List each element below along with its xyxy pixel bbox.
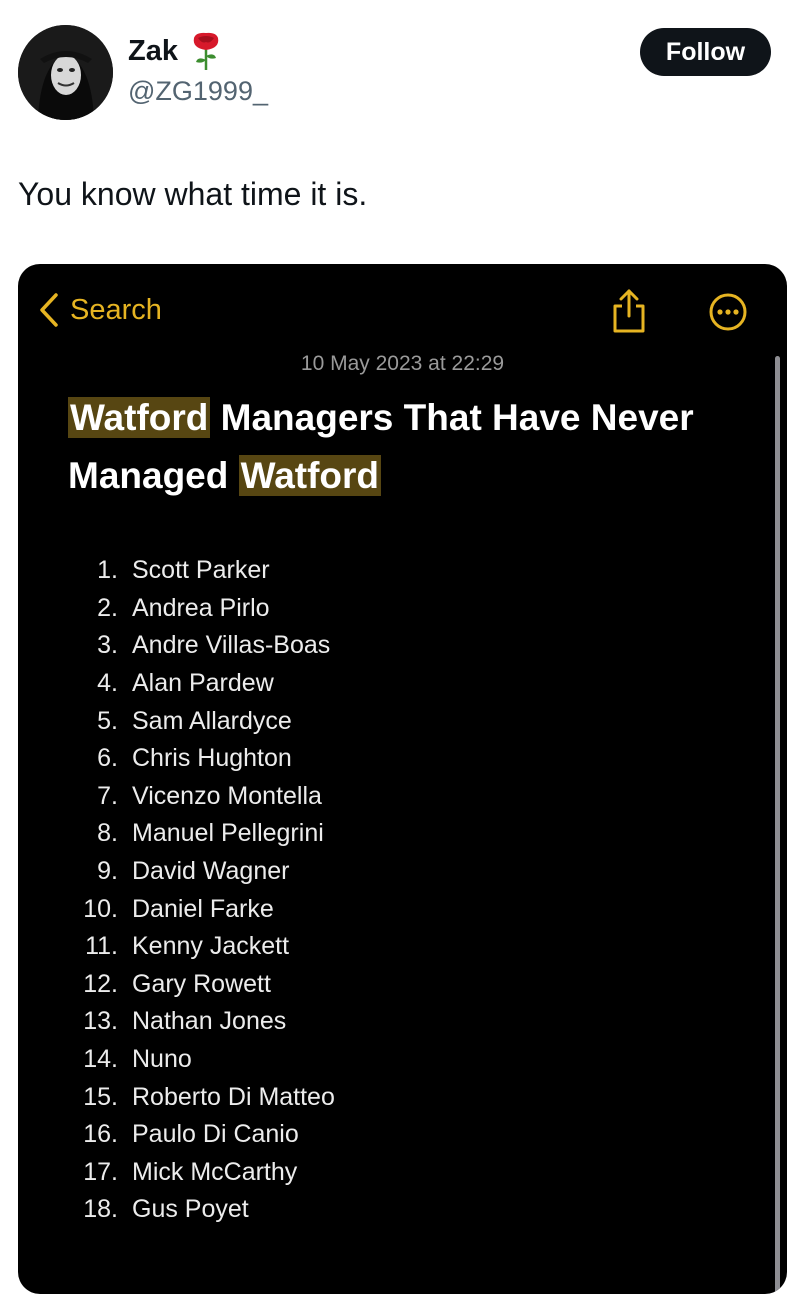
- list-item: 13. Nathan Jones: [58, 1003, 335, 1041]
- author-handle[interactable]: @ZG1999_: [128, 76, 268, 107]
- list-item: 17. Mick McCarthy: [58, 1154, 335, 1192]
- note-title: Watford Managers That Have Never Managed…: [68, 389, 708, 505]
- more-button[interactable]: [708, 292, 748, 337]
- list-item-name: Chris Hughton: [132, 744, 292, 773]
- back-button[interactable]: Search: [38, 292, 162, 328]
- list-item-number: 3.: [97, 631, 118, 660]
- share-button[interactable]: [610, 288, 648, 339]
- list-item: 7. Vicenzo Montella: [58, 778, 335, 816]
- avatar-image: [18, 25, 113, 120]
- list-item: 5. Sam Allardyce: [58, 702, 335, 740]
- title-highlight: Watford: [68, 397, 211, 438]
- list-item-name: David Wagner: [132, 857, 290, 886]
- list-item-number: 4.: [97, 669, 118, 698]
- list-item: 2. Andrea Pirlo: [58, 590, 335, 628]
- list-item: 1. Scott Parker: [58, 552, 335, 590]
- list-item-number: 10.: [83, 894, 118, 923]
- ellipsis-circle-icon: [709, 293, 747, 331]
- note-date: 10 May 2023 at 22:29: [300, 352, 505, 375]
- list-item: 16. Paulo Di Canio: [58, 1116, 335, 1154]
- list-item-number: 6.: [97, 744, 118, 773]
- list-item-name: Paulo Di Canio: [132, 1120, 299, 1149]
- list-item: 11. Kenny Jackett: [58, 928, 335, 966]
- rose-icon: [193, 32, 219, 70]
- list-item: 18. Gus Poyet: [58, 1191, 335, 1229]
- list-item-name: Roberto Di Matteo: [132, 1082, 335, 1111]
- list-item-name: Daniel Farke: [132, 894, 274, 923]
- list-item-number: 7.: [97, 781, 118, 810]
- list-item-number: 11.: [85, 932, 118, 961]
- list-item-name: Gary Rowett: [132, 969, 271, 998]
- list-item-name: Andre Villas-Boas: [132, 631, 331, 660]
- list-item-number: 13.: [83, 1007, 118, 1036]
- list-item-name: Manuel Pellegrini: [132, 819, 324, 848]
- list-item-name: Andrea Pirlo: [132, 593, 270, 622]
- list-item-number: 14.: [83, 1045, 118, 1074]
- list-item-number: 16.: [83, 1120, 118, 1149]
- list-item-number: 17.: [83, 1157, 118, 1186]
- managers-list: 1. Scott Parker 2. Andrea Pirlo 3. Andre Vill…: [58, 552, 335, 1229]
- follow-button[interactable]: Follow: [640, 28, 771, 76]
- avatar[interactable]: [18, 25, 113, 120]
- tweet-text: You know what time it is.: [18, 176, 368, 212]
- list-item-name: Vicenzo Montella: [132, 781, 322, 810]
- back-label: Search: [70, 293, 162, 326]
- list-item-name: Kenny Jackett: [132, 932, 290, 961]
- list-item-name: Alan Pardew: [132, 669, 274, 698]
- list-item-number: 18.: [83, 1195, 118, 1224]
- list-item-name: Nathan Jones: [132, 1007, 287, 1036]
- scrollbar[interactable]: [775, 356, 780, 1294]
- chevron-left-icon: [40, 293, 58, 327]
- list-item: 9. David Wagner: [58, 853, 335, 891]
- list-item: 14. Nuno: [58, 1041, 335, 1079]
- list-item-name: Sam Allardyce: [132, 706, 292, 735]
- list-item: 3. Andre Villas-Boas: [58, 627, 335, 665]
- list-item-number: 2.: [97, 593, 118, 622]
- share-icon: [613, 289, 645, 333]
- author-name-row: Zak: [128, 30, 224, 72]
- list-item: 15. Roberto Di Matteo: [58, 1078, 335, 1116]
- title-highlight: Watford: [238, 455, 382, 496]
- author-name[interactable]: Zak: [128, 35, 178, 68]
- list-item-number: 12.: [83, 969, 118, 998]
- list-item-name: Nuno: [132, 1045, 192, 1074]
- list-item-number: 15.: [83, 1082, 118, 1111]
- list-item-number: 5.: [97, 706, 118, 735]
- list-item-number: 9.: [97, 857, 118, 886]
- list-item: 10. Daniel Farke: [58, 890, 335, 928]
- list-item-number: 1.: [97, 556, 118, 585]
- list-item-name: Gus Poyet: [132, 1195, 249, 1224]
- tweet-media[interactable]: Search 10 May 2023 at 22:29 Watford Mana…: [18, 264, 787, 1294]
- list-item-name: Mick McCarthy: [132, 1157, 298, 1186]
- list-item: 6. Chris Hughton: [58, 740, 335, 778]
- list-item-number: 8.: [97, 819, 118, 848]
- list-item: 8. Manuel Pellegrini: [58, 815, 335, 853]
- list-item: 4. Alan Pardew: [58, 665, 335, 703]
- list-item-name: Scott Parker: [132, 556, 270, 585]
- list-item: 12. Gary Rowett: [58, 966, 335, 1004]
